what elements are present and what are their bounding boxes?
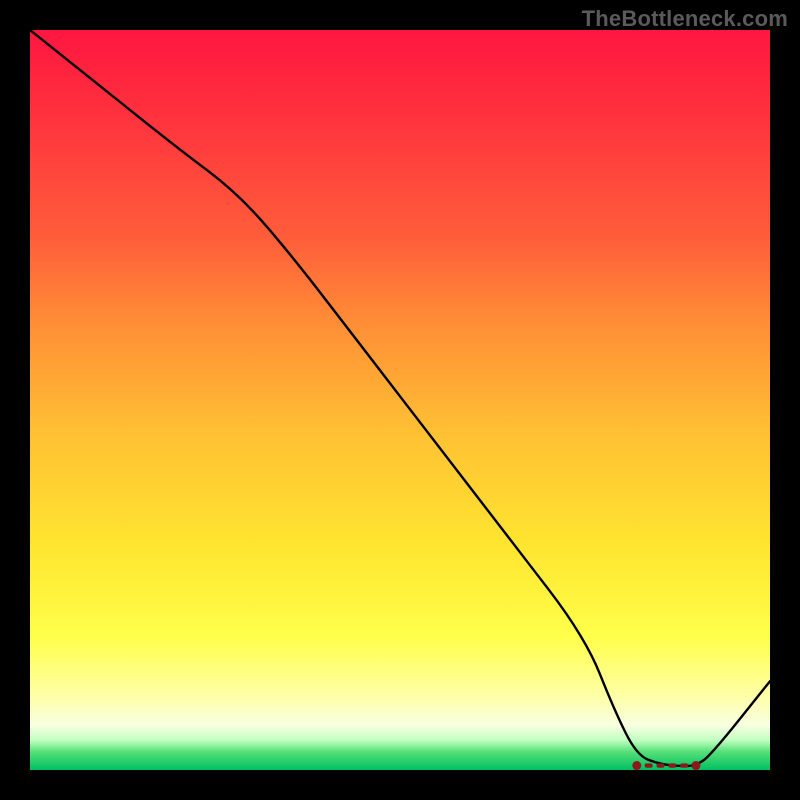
chart-frame: TheBottleneck.com (0, 0, 800, 800)
watermark-text: TheBottleneck.com (582, 6, 788, 32)
curve-line (30, 30, 770, 766)
chart-overlay (30, 30, 770, 770)
plot-area (30, 30, 770, 770)
